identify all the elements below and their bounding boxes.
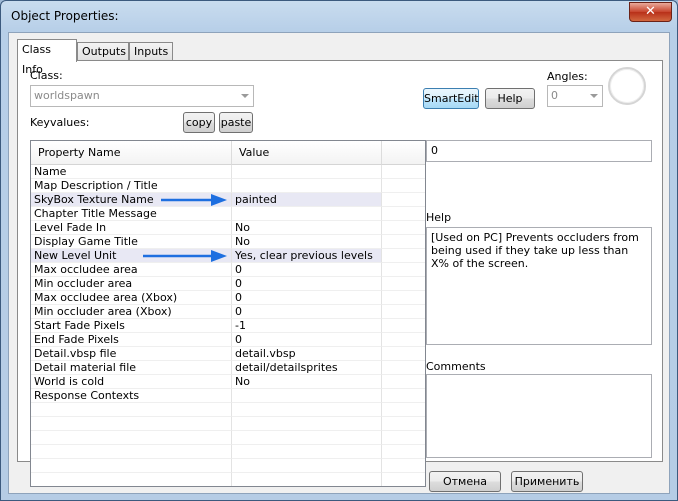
copy-button[interactable]: copy [183, 112, 215, 133]
value-field[interactable]: 0 [426, 140, 652, 162]
dialog-client-area: Class Info Outputs Inputs Class: worldsp… [8, 32, 670, 494]
tab-outputs[interactable]: Outputs [77, 42, 129, 61]
value-field-text: 0 [431, 144, 438, 157]
angles-label: Angles: [547, 70, 588, 83]
title-bar[interactable]: Object Properties: ✕ [1, 1, 677, 33]
object-properties-window: Object Properties: ✕ Class Info Outputs … [0, 0, 678, 501]
angle-dial[interactable] [608, 67, 646, 105]
class-combobox-value: worldspawn [34, 89, 100, 102]
tab-outputs-label: Outputs [82, 45, 126, 58]
class-info-panel: Class: worldspawn Keyvalues: copy paste … [17, 60, 663, 487]
chevron-down-icon [590, 94, 598, 98]
tab-inputs-label: Inputs [134, 45, 169, 58]
tab-class-info[interactable]: Class Info [17, 39, 77, 76]
arrow-icon [143, 250, 227, 262]
angles-combobox[interactable]: 0 [547, 85, 603, 107]
close-icon: ✕ [645, 4, 656, 19]
help-text-box: [Used on PC] Prevents occluders from bei… [426, 227, 652, 345]
help-button[interactable]: Help [485, 88, 535, 109]
close-button[interactable]: ✕ [629, 2, 672, 22]
keyvalues-grid: Property Name Value Name Map Description … [30, 140, 426, 487]
window-title: Object Properties: [11, 9, 119, 23]
paste-button[interactable]: paste [219, 112, 253, 133]
comments-label: Comments [426, 360, 486, 373]
comments-field[interactable] [426, 374, 652, 458]
chevron-down-icon [241, 94, 249, 98]
annotation-arrows [143, 194, 227, 262]
arrow-icon [161, 194, 227, 206]
cancel-button[interactable]: Отмена [429, 471, 501, 492]
class-combobox[interactable]: worldspawn [30, 85, 254, 107]
tab-inputs[interactable]: Inputs [129, 42, 173, 61]
help-section-label: Help [426, 211, 452, 224]
help-text: [Used on PC] Prevents occluders from bei… [431, 231, 639, 270]
angles-combobox-value: 0 [551, 89, 558, 102]
smartedit-button[interactable]: SmartEdit [423, 88, 479, 109]
apply-button[interactable]: Применить [511, 471, 583, 492]
keyvalues-label: Keyvalues: [30, 116, 90, 129]
